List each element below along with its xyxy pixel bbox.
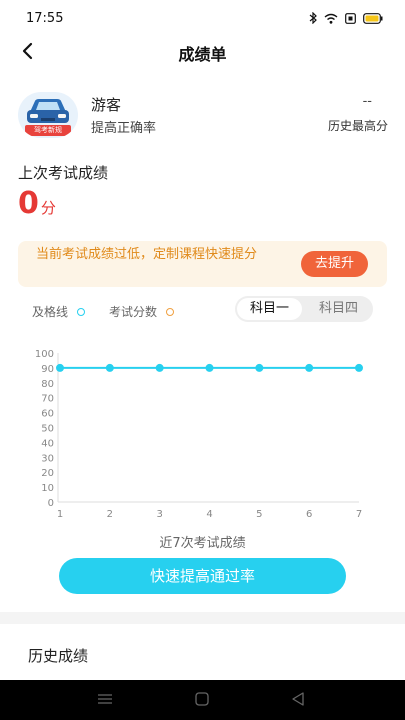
user-subtitle: 提高正确率	[91, 121, 157, 136]
improve-tip-banner: 当前考试成绩过低，定制课程快速提分 去提升	[18, 241, 387, 287]
y-tick-label: 0	[48, 498, 54, 509]
legend-exam-score-label: 考试分数	[109, 305, 158, 319]
pass-line-point	[105, 363, 114, 372]
menu-icon[interactable]	[97, 692, 113, 706]
best-score-label: 历史最高分	[327, 119, 388, 133]
nav-bar: 成绩单	[0, 38, 405, 64]
tip-text: 当前考试成绩过低，定制课程快速提分	[36, 247, 258, 262]
x-tick-label: 1	[57, 509, 63, 520]
improve-pass-rate-button[interactable]: 快速提高通过率	[59, 558, 346, 594]
tab-subject-4[interactable]: 科目四	[306, 298, 371, 320]
score-chart: 0 10 20 30 40 50 60 70 80 90 100 1 2 3 4 5 6 7	[35, 349, 363, 520]
legend-pass-line-label: 及格线	[32, 305, 69, 319]
pass-line-point	[205, 363, 214, 372]
y-tick-label: 40	[41, 438, 54, 449]
y-tick-label: 90	[41, 364, 54, 375]
last-exam-score: 0分	[18, 186, 56, 221]
bluetooth-icon	[309, 12, 317, 24]
score-unit: 分	[40, 199, 56, 217]
system-nav-bar	[0, 680, 405, 720]
avatar: 驾考新规	[18, 92, 78, 138]
y-tick-label: 10	[41, 483, 54, 494]
x-tick-label: 6	[306, 509, 312, 520]
legend-exam-score-dot	[166, 307, 175, 316]
x-tick-label: 4	[206, 509, 212, 520]
x-tick-label: 2	[107, 509, 113, 520]
home-icon[interactable]	[195, 692, 209, 706]
pass-line-point	[255, 363, 264, 372]
status-icons	[309, 12, 383, 24]
x-tick-label: 3	[156, 509, 162, 520]
pass-line-point	[155, 363, 164, 372]
wifi-icon	[324, 13, 338, 24]
y-tick-label: 60	[41, 409, 54, 420]
x-tick-label: 7	[356, 509, 362, 520]
pass-line-point	[305, 363, 314, 372]
y-tick-label: 30	[41, 453, 54, 464]
back-nav-icon[interactable]	[291, 692, 305, 706]
legend-pass-line-dot	[77, 307, 86, 316]
best-score-value: --	[362, 94, 372, 109]
improve-button[interactable]: 去提升	[301, 251, 368, 277]
avatar-badge: 驾考新规	[25, 125, 71, 136]
status-bar: 17:55	[0, 0, 405, 38]
x-tick-label: 5	[256, 509, 262, 520]
subject-switch: 科目一 科目四	[235, 296, 373, 322]
y-tick-label: 50	[41, 424, 54, 435]
battery-icon	[363, 12, 383, 24]
pass-line-point	[355, 363, 363, 372]
status-time: 17:55	[26, 11, 64, 26]
y-tick-label: 70	[41, 394, 54, 405]
sim-card-icon	[345, 12, 356, 24]
last-exam-title: 上次考试成绩	[18, 164, 109, 182]
chart-caption: 近7次考试成绩	[159, 536, 246, 551]
user-name: 游客	[91, 96, 122, 114]
chart-legend: 及格线 考试分数	[32, 303, 175, 320]
y-tick-label: 80	[41, 379, 54, 390]
profile-section: 驾考新规 游客 提高正确率 -- 历史最高分	[18, 92, 388, 138]
y-tick-label: 20	[41, 468, 54, 479]
history-title: 历史成绩	[28, 647, 89, 665]
score-number: 0	[18, 186, 39, 221]
y-tick-label: 100	[35, 349, 54, 360]
pass-line-point	[56, 363, 64, 372]
section-divider	[0, 612, 405, 624]
tab-subject-1[interactable]: 科目一	[237, 298, 302, 320]
page-title: 成绩单	[178, 45, 227, 64]
